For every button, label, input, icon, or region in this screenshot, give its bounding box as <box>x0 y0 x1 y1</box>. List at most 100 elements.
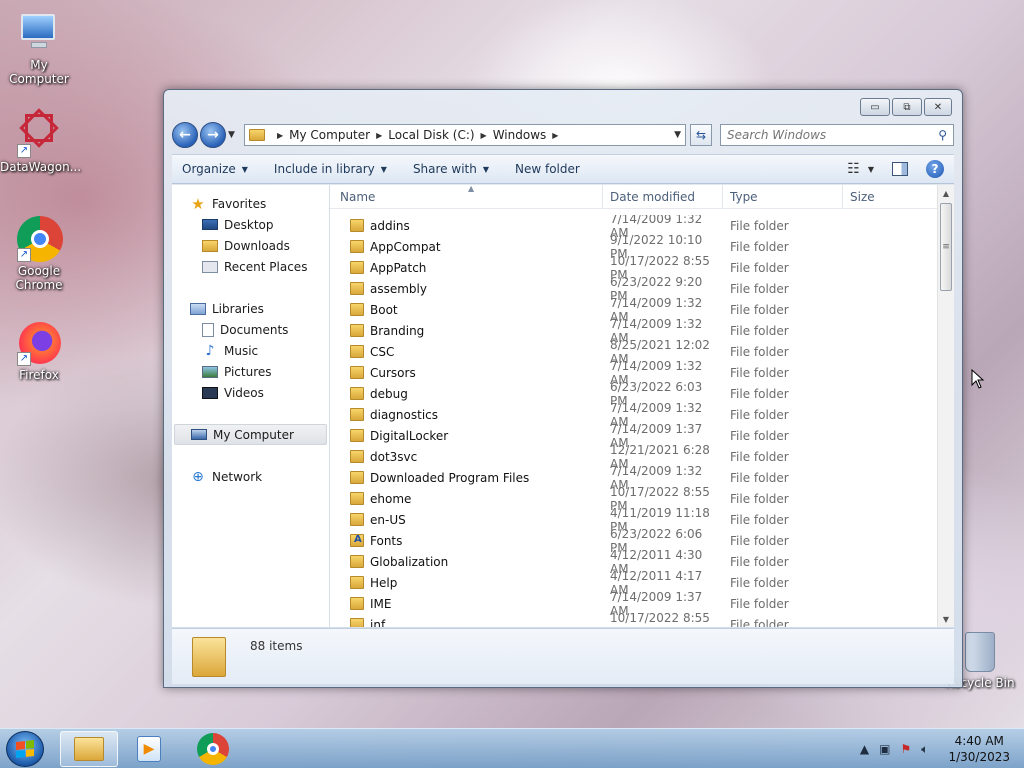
folder-icon <box>350 576 364 589</box>
start-button[interactable] <box>6 731 44 767</box>
desktop-icon-chrome[interactable]: ↗ Google Chrome <box>0 214 78 292</box>
file-name-cell[interactable]: Boot <box>330 303 603 317</box>
nav-network[interactable]: ⊕ Network <box>172 466 329 487</box>
file-name-cell[interactable]: AppPatch <box>330 261 603 275</box>
preview-pane-icon[interactable] <box>892 162 908 176</box>
nav-desktop[interactable]: Desktop <box>172 214 329 235</box>
breadcrumb-separator-icon[interactable]: ▶ <box>376 131 382 140</box>
file-name-cell[interactable]: assembly <box>330 282 603 296</box>
breadcrumb-my-computer[interactable]: My Computer <box>289 128 370 142</box>
change-view-button[interactable]: ☷ ▼ <box>847 161 874 177</box>
file-name-cell[interactable]: dot3svc <box>330 450 603 464</box>
address-dropdown-icon[interactable]: ▼ <box>674 130 681 140</box>
action-center-icon[interactable]: ⚑ <box>901 742 912 756</box>
show-hidden-icons-icon[interactable]: ▲ <box>860 742 869 756</box>
minimize-button[interactable]: ▭ <box>860 98 890 116</box>
details-pane: 88 items <box>172 628 954 684</box>
caption-buttons: ▭ ⧉ ✕ <box>860 98 952 116</box>
search-input[interactable] <box>727 128 939 142</box>
taskbar-explorer[interactable] <box>60 731 118 767</box>
nav-downloads[interactable]: Downloads <box>172 235 329 256</box>
network-tray-icon[interactable]: ▣ <box>879 742 890 756</box>
organize-button[interactable]: Organize ▼ <box>182 162 248 176</box>
nav-music[interactable]: ♪ Music <box>172 340 329 361</box>
file-name-cell[interactable]: Downloaded Program Files <box>330 471 603 485</box>
nav-recent-places[interactable]: Recent Places <box>172 256 329 277</box>
column-header-size[interactable]: Size <box>843 185 923 209</box>
minimize-icon: ▭ <box>870 101 880 113</box>
search-box[interactable]: ⚲ <box>720 124 954 146</box>
desktop-icon-my-computer[interactable]: My Computer <box>0 8 78 86</box>
file-name-cell[interactable]: en-US <box>330 513 603 527</box>
file-name-cell[interactable]: Branding <box>330 324 603 338</box>
file-name-cell[interactable]: Cursors <box>330 366 603 380</box>
scroll-up-icon[interactable]: ▲ <box>938 185 954 201</box>
file-name-cell[interactable]: Fonts <box>330 534 603 548</box>
new-folder-button[interactable]: New folder <box>515 162 580 176</box>
column-header-name[interactable]: Name <box>330 184 603 209</box>
address-bar[interactable]: ▶ My Computer ▶ Local Disk (C:) ▶ Window… <box>244 124 686 146</box>
file-name-cell[interactable]: Help <box>330 576 603 590</box>
file-name-cell[interactable]: IME <box>330 597 603 611</box>
folder-icon <box>350 240 364 253</box>
file-name-cell[interactable]: AppCompat <box>330 240 603 254</box>
nav-favorites[interactable]: ★ Favorites <box>172 193 329 214</box>
vertical-scrollbar[interactable]: ▲ ≡ ▼ <box>937 185 954 627</box>
taskbar-chrome[interactable] <box>184 731 242 767</box>
file-name: dot3svc <box>370 449 418 464</box>
refresh-button[interactable]: ⇆ <box>690 124 712 146</box>
column-header-date[interactable]: Date modified <box>603 184 723 209</box>
breadcrumb-separator-icon[interactable]: ▶ <box>277 131 283 140</box>
file-name-cell[interactable]: inf <box>330 618 603 627</box>
firefox-icon: ↗ <box>15 318 63 366</box>
file-type: File folder <box>730 554 789 569</box>
nav-label: Network <box>212 469 263 484</box>
taskbar-media-player[interactable]: ▶ <box>120 731 178 767</box>
scroll-down-icon[interactable]: ▼ <box>938 611 954 627</box>
include-in-library-button[interactable]: Include in library ▼ <box>274 162 387 176</box>
search-icon[interactable]: ⚲ <box>938 128 947 142</box>
close-button[interactable]: ✕ <box>924 98 952 116</box>
file-type: File folder <box>730 449 789 464</box>
share-with-button[interactable]: Share with ▼ <box>413 162 489 176</box>
nav-label: Desktop <box>224 217 274 232</box>
file-type: File folder <box>730 407 789 422</box>
column-header-type[interactable]: Type <box>723 184 843 209</box>
recent-pages-dropdown[interactable]: ▼ <box>228 130 240 140</box>
file-row[interactable]: inf 10/17/2022 8:55 PM File folder <box>330 611 936 627</box>
back-button[interactable]: ← <box>172 122 198 148</box>
explorer-window[interactable]: ▭ ⧉ ✕ ← → ▼ ▶ My Computer ▶ Local Disk (… <box>163 89 963 688</box>
file-name: ehome <box>370 491 412 506</box>
scroll-thumb[interactable]: ≡ <box>940 203 952 291</box>
file-type: File folder <box>730 470 789 485</box>
nav-documents[interactable]: Documents <box>172 319 329 340</box>
breadcrumb-local-disk[interactable]: Local Disk (C:) <box>388 128 474 142</box>
nav-videos[interactable]: Videos <box>172 382 329 403</box>
nav-libraries[interactable]: Libraries <box>172 298 329 319</box>
volume-icon[interactable]: 🔈︎ <box>921 742 928 757</box>
help-icon[interactable]: ? <box>926 160 944 178</box>
breadcrumb-separator-icon[interactable]: ▶ <box>552 131 558 140</box>
desktop-icon-firefox[interactable]: ↗ Firefox <box>0 318 78 382</box>
file-name-cell[interactable]: debug <box>330 387 603 401</box>
nav-my-computer[interactable]: My Computer <box>174 424 327 445</box>
folder-icon <box>249 129 265 141</box>
file-name-cell[interactable]: Globalization <box>330 555 603 569</box>
file-name-cell[interactable]: addins <box>330 219 603 233</box>
clock[interactable]: 4:40 AM 1/30/2023 <box>948 733 1010 765</box>
desktop-icon-datawagon[interactable]: ↗ DataWagon... <box>0 108 81 174</box>
refresh-icon: ⇆ <box>695 128 707 142</box>
file-name-cell[interactable]: diagnostics <box>330 408 603 422</box>
breadcrumb-separator-icon[interactable]: ▶ <box>481 131 487 140</box>
maximize-button[interactable]: ⧉ <box>892 98 922 116</box>
file-name-cell[interactable]: CSC <box>330 345 603 359</box>
shortcut-arrow-icon: ↗ <box>17 352 31 366</box>
nav-pictures[interactable]: Pictures <box>172 361 329 382</box>
libraries-icon <box>190 302 206 315</box>
file-name-cell[interactable]: ehome <box>330 492 603 506</box>
file-name-cell[interactable]: DigitalLocker <box>330 429 603 443</box>
forward-button[interactable]: → <box>200 122 226 148</box>
folder-icon <box>350 219 364 232</box>
file-type: File folder <box>730 302 789 317</box>
breadcrumb-windows[interactable]: Windows <box>493 128 547 142</box>
